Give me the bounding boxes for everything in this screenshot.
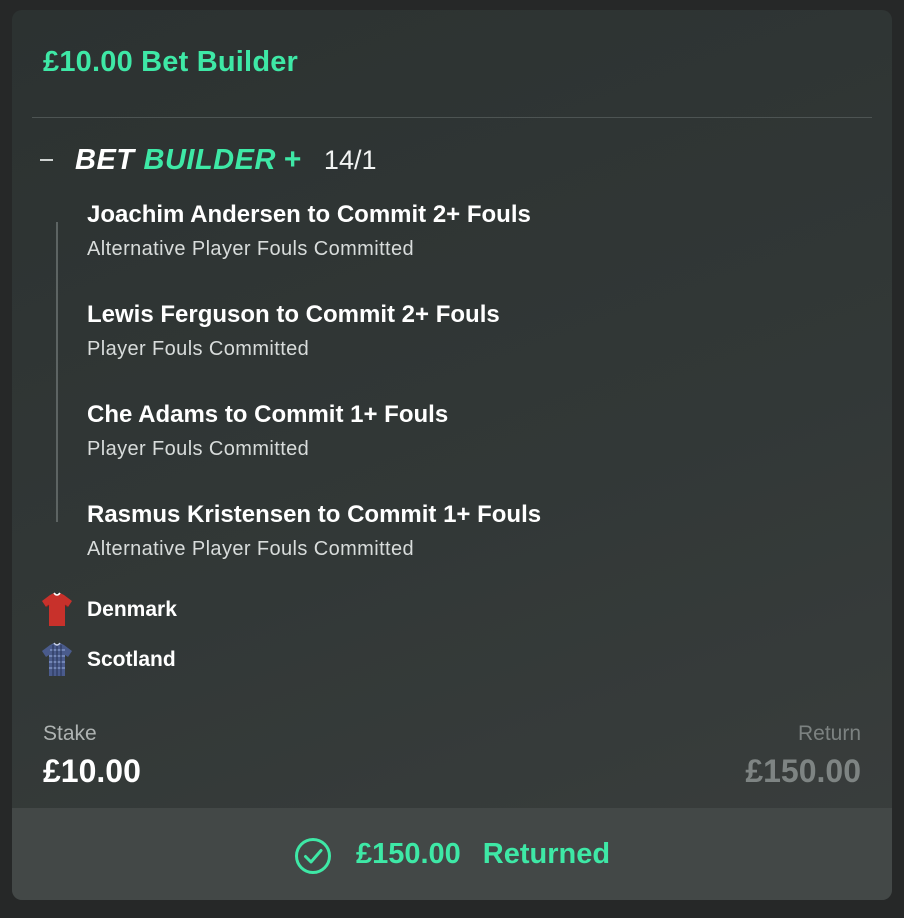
stake-value: £10.00 (43, 753, 141, 789)
plus-icon: + (283, 143, 302, 176)
bet-builder-odds: 14/1 (323, 144, 377, 175)
leg-title: Rasmus Kristensen to Commit 1+ Fouls (87, 501, 542, 528)
bet-builder-logo-word-2: BUILDER (143, 143, 276, 176)
legs-connector-line (56, 222, 58, 522)
leg-market: Alternative Player Fouls Committed (87, 538, 415, 560)
returned-amount: £150.00 (355, 837, 461, 870)
return-value: £150.00 (745, 753, 861, 789)
check-circle-icon (294, 838, 331, 874)
bet-leg: Che Adams to Commit 1+ Fouls Player Foul… (87, 400, 448, 462)
team-denmark: Denmark (40, 592, 177, 628)
leg-market: Player Fouls Committed (87, 338, 310, 360)
divider (32, 117, 872, 118)
leg-market: Alternative Player Fouls Committed (87, 238, 415, 260)
leg-title: Joachim Andersen to Commit 2+ Fouls (87, 201, 531, 228)
leg-market: Player Fouls Committed (87, 438, 310, 460)
return-label: Return (797, 722, 861, 745)
bet-leg: Rasmus Kristensen to Commit 1+ Fouls Alt… (87, 500, 541, 562)
team-name: Scotland (87, 648, 176, 671)
leg-title: Che Adams to Commit 1+ Fouls (87, 401, 449, 428)
returned-status: Returned (482, 837, 611, 870)
leg-title: Lewis Ferguson to Commit 2+ Fouls (87, 301, 500, 328)
team-name: Denmark (87, 598, 177, 621)
bet-card-title: £10.00 Bet Builder (43, 46, 299, 78)
team-scotland: Scotland (40, 642, 176, 678)
stake-label: Stake (43, 722, 97, 745)
scotland-shirt-icon (42, 642, 72, 676)
bet-builder-logo: BET BUILDER + (75, 143, 302, 177)
bet-builder-logo-word-1: BET (75, 143, 135, 176)
denmark-shirt-icon (42, 592, 72, 626)
bet-builder-header[interactable]: BET BUILDER + 14/1 (40, 142, 376, 178)
bet-card: £10.00 Bet Builder BET BUILDER + 14/1 Jo… (12, 10, 892, 900)
bet-leg: Lewis Ferguson to Commit 2+ Fouls Player… (87, 300, 500, 362)
bet-leg: Joachim Andersen to Commit 2+ Fouls Alte… (87, 200, 531, 262)
returned-banner: £150.00 Returned (12, 808, 892, 900)
collapse-icon[interactable] (40, 159, 53, 161)
